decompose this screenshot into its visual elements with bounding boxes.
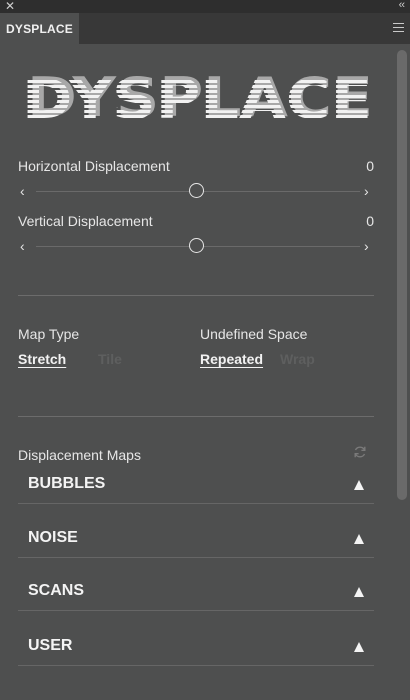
map-group-name: NOISE: [28, 529, 78, 546]
vertical-displacement-label: Vertical Displacement: [18, 213, 153, 229]
dysplace-logo: DYSPLACE DYSPLACE: [22, 70, 373, 128]
section-divider: [18, 416, 374, 417]
window-chrome: ✕ ‹‹: [0, 0, 410, 13]
undefined-space-option-repeated[interactable]: Repeated: [200, 351, 263, 367]
scrollbar[interactable]: [396, 44, 408, 700]
tab-dysplace[interactable]: DYSPLACE: [0, 13, 79, 44]
expand-triangle-icon[interactable]: [354, 480, 364, 490]
map-group-name: SCANS: [28, 582, 85, 599]
expand-triangle-icon[interactable]: [354, 587, 364, 597]
undefined-space-option-wrap[interactable]: Wrap: [280, 351, 315, 367]
map-group-user[interactable]: USER: [18, 629, 374, 666]
vertical-slider-thumb[interactable]: [189, 238, 204, 253]
horizontal-slider-thumb[interactable]: [189, 183, 204, 198]
map-group-scans[interactable]: SCANS: [18, 574, 374, 611]
vertical-decrease-arrow[interactable]: ‹: [20, 239, 25, 253]
expand-triangle-icon[interactable]: [354, 642, 364, 652]
vertical-increase-arrow[interactable]: ›: [364, 239, 369, 253]
horizontal-decrease-arrow[interactable]: ‹: [20, 184, 25, 198]
map-group-bubbles[interactable]: BUBBLES: [18, 467, 374, 504]
panel-tab-bar: DYSPLACE: [0, 13, 410, 44]
horizontal-increase-arrow[interactable]: ›: [364, 184, 369, 198]
undefined-space-label: Undefined Space: [200, 326, 308, 342]
horizontal-displacement-label: Horizontal Displacement: [18, 158, 170, 174]
section-divider: [18, 295, 374, 296]
panel-menu-icon[interactable]: [393, 23, 404, 32]
refresh-icon[interactable]: [353, 445, 367, 459]
collapse-panel-icon[interactable]: ‹‹: [399, 0, 405, 11]
vertical-displacement-value[interactable]: 0: [340, 213, 374, 229]
map-type-option-stretch[interactable]: Stretch: [18, 351, 66, 367]
map-type-label: Map Type: [18, 326, 80, 342]
horizontal-displacement-value[interactable]: 0: [340, 158, 374, 174]
map-group-noise[interactable]: NOISE: [18, 521, 374, 558]
map-type-option-tile[interactable]: Tile: [98, 351, 122, 367]
displacement-maps-label: Displacement Maps: [18, 447, 141, 463]
logo-wordmark-shadow: DYSPLACE: [27, 70, 373, 128]
close-icon[interactable]: ✕: [5, 0, 15, 13]
scrollbar-thumb[interactable]: [397, 50, 407, 500]
map-group-name: BUBBLES: [28, 475, 106, 492]
map-group-name: USER: [28, 637, 73, 654]
expand-triangle-icon[interactable]: [354, 534, 364, 544]
